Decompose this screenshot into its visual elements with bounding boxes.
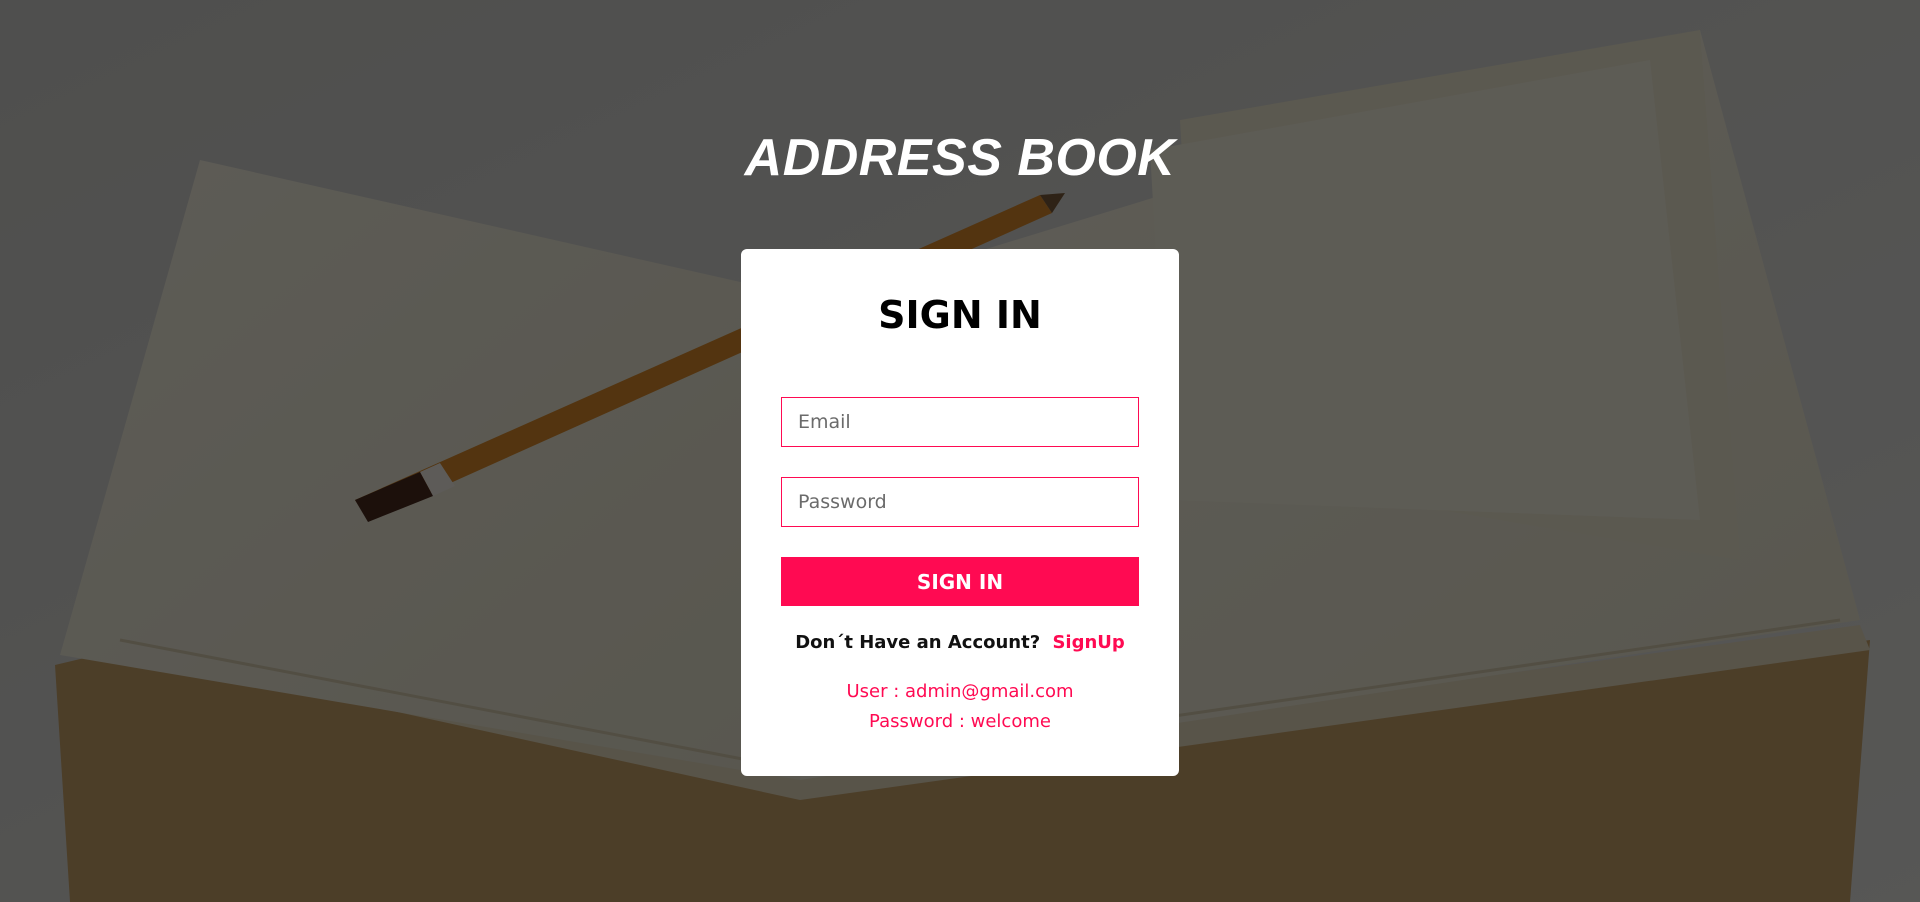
app-title: ADDRESS BOOK [744,129,1176,187]
demo-user-hint: User : admin@gmail.com [846,681,1074,702]
demo-password-hint: Password : welcome [869,711,1051,732]
signup-row: Don´t Have an Account? SignUp [0,628,1920,658]
signup-prompt: Don´t Have an Account? [795,632,1041,653]
sign-in-button[interactable]: SIGN IN [781,557,1139,606]
login-heading: SIGN IN [878,293,1042,337]
page: ADDRESS BOOK SIGN IN SIGN IN Don´t Have … [0,0,1920,902]
email-input[interactable] [781,397,1139,447]
signup-link[interactable]: SignUp [1052,632,1124,653]
password-input[interactable] [781,477,1139,527]
